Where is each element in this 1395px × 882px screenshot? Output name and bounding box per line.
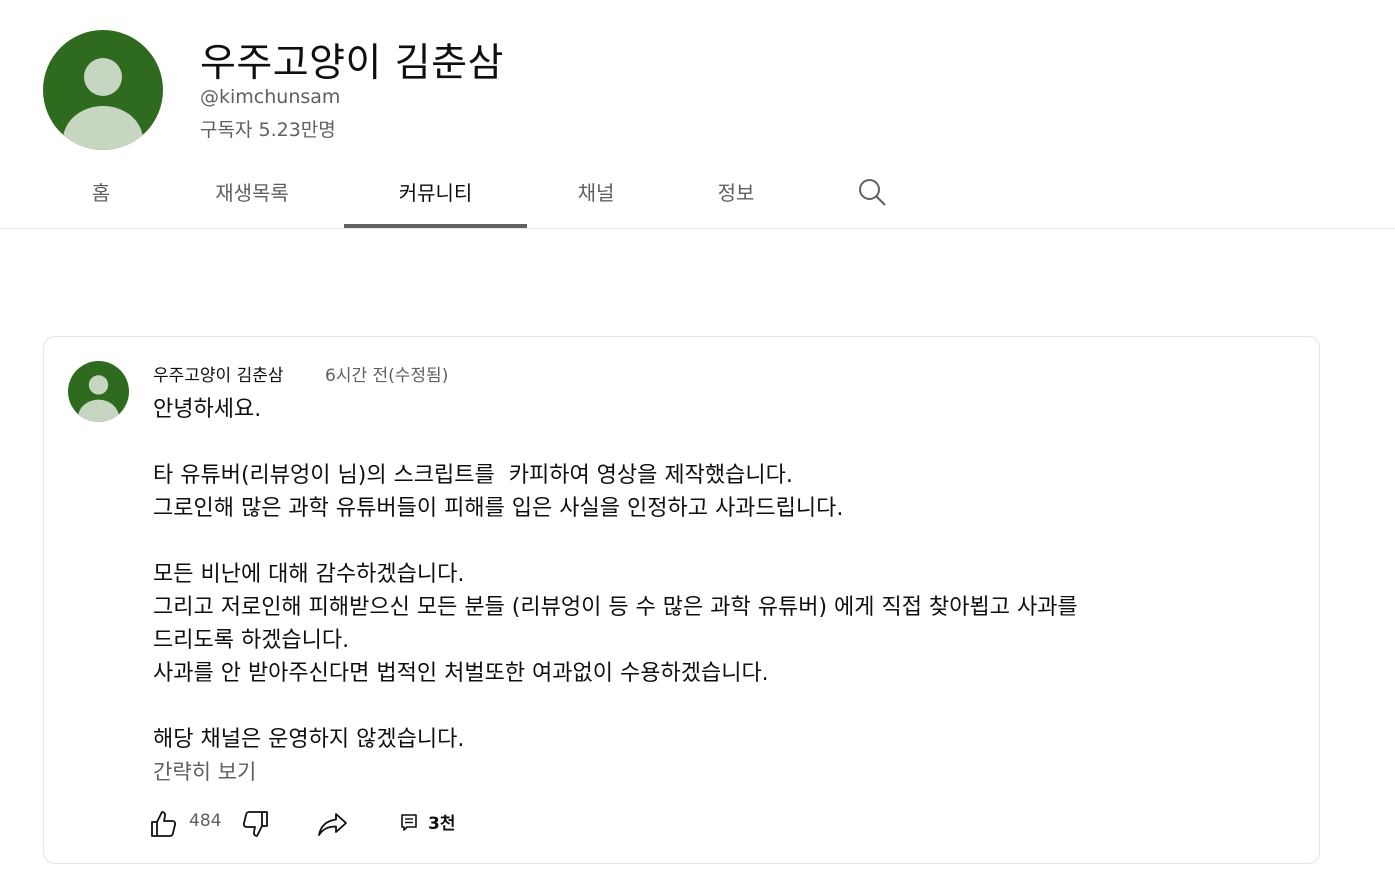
post-text: 안녕하세요. 타 유튜버(리뷰엉이 님)의 스크립트를 카피하여 영상을 제작했…	[153, 393, 1273, 756]
subscriber-count: 구독자 5.23만명	[200, 119, 336, 141]
post-line: 그로인해 많은 과학 유튜버들이 피해를 입은 사실을 인정하고 사과드립니다.	[153, 496, 844, 521]
share-icon	[318, 813, 347, 836]
channel-tabs: 홈 재생목록 커뮤니티 채널 정보	[0, 160, 1395, 229]
comments-button[interactable]: 3천	[400, 809, 455, 834]
tab-community[interactable]: 커뮤니티	[344, 160, 527, 228]
tab-community-label: 커뮤니티	[398, 181, 473, 205]
thumbs-up-icon	[151, 811, 177, 837]
channel-title: 우주고양이 김춘삼	[200, 41, 504, 86]
active-tab-indicator	[344, 224, 527, 228]
like-button[interactable]	[148, 808, 180, 840]
post-line: 해당 채널은 운영하지 않겠습니다.	[153, 727, 465, 752]
thumbs-down-icon	[242, 811, 268, 837]
post-line: 사과를 안 받아주신다면 법적인 처벌또한 여과없이 수용하겠습니다.	[153, 661, 769, 686]
post-line: 그리고 저로인해 피해받으신 모든 분들 (리뷰엉이 등 수 많은 과학 유튜버…	[153, 595, 1078, 620]
post-timestamp[interactable]: 6시간 전(수정됨)	[325, 361, 448, 386]
share-button[interactable]	[316, 808, 350, 840]
post-author[interactable]: 우주고양이 김춘삼	[153, 361, 284, 386]
show-less-link[interactable]: 간략히 보기	[153, 756, 256, 786]
comment-count: 3천	[428, 814, 456, 834]
community-post: 우주고양이 김춘삼 6시간 전(수정됨) 안녕하세요. 타 유튜버(리뷰엉이 님…	[43, 336, 1320, 864]
tab-playlists[interactable]: 재생목록	[195, 160, 309, 226]
post-author-avatar[interactable]	[68, 361, 129, 422]
tab-about[interactable]: 정보	[700, 160, 772, 226]
tab-home[interactable]: 홈	[72, 160, 130, 226]
post-line: 안녕하세요.	[153, 397, 262, 422]
post-line: 드리도록 하겠습니다.	[153, 628, 350, 653]
post-line: 모든 비난에 대해 감수하겠습니다.	[153, 562, 465, 587]
channel-avatar[interactable]	[43, 30, 163, 150]
post-line: 타 유튜버(리뷰엉이 님)의 스크립트를 카피하여 영상을 제작했습니다.	[153, 463, 793, 488]
comment-icon	[401, 813, 417, 831]
dislike-button[interactable]	[239, 808, 271, 840]
tab-channels[interactable]: 채널	[560, 160, 632, 226]
search-icon[interactable]	[856, 176, 888, 208]
channel-handle: @kimchunsam	[200, 86, 341, 108]
like-count: 484	[189, 811, 222, 831]
